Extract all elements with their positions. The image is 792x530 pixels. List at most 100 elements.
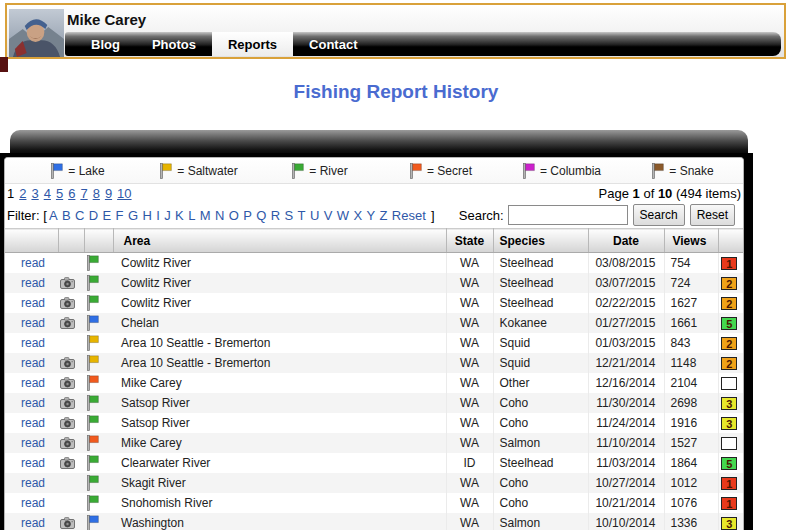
- report-row: read Cowlitz River WA Steelhead 02/22/20…: [5, 293, 744, 313]
- filter-letter-S[interactable]: S: [285, 208, 294, 223]
- flag-icon: [86, 255, 99, 271]
- legend-item: = Lake: [17, 163, 138, 179]
- tab-contact[interactable]: Contact: [293, 32, 373, 56]
- rating-badge: 1: [721, 497, 737, 510]
- legend-flag-icon: [291, 163, 304, 179]
- read-link[interactable]: read: [21, 516, 45, 530]
- filter-letter-B[interactable]: B: [62, 208, 71, 223]
- filter-letter-A[interactable]: A: [49, 208, 58, 223]
- report-row: read Cowlitz River WA Steelhead 03/08/20…: [5, 253, 744, 273]
- filter-letter-V[interactable]: V: [324, 208, 333, 223]
- read-link[interactable]: read: [21, 416, 45, 430]
- views-cell: 1148: [664, 353, 718, 373]
- filter-letter-M[interactable]: M: [200, 208, 211, 223]
- read-link[interactable]: read: [21, 336, 45, 350]
- read-link[interactable]: read: [21, 356, 45, 370]
- tab-photos[interactable]: Photos: [136, 32, 212, 56]
- camera-icon: [60, 277, 75, 289]
- filter-letter-R[interactable]: R: [271, 208, 280, 223]
- search-button[interactable]: Search: [633, 204, 685, 226]
- filter-letter-G[interactable]: G: [128, 208, 138, 223]
- avatar[interactable]: [9, 9, 64, 57]
- page-link-4[interactable]: 4: [44, 186, 51, 201]
- read-link[interactable]: read: [21, 256, 45, 270]
- column-header-area: Area: [113, 229, 446, 253]
- page-link-8[interactable]: 8: [93, 186, 100, 201]
- area-cell: Cowlitz River: [113, 293, 446, 313]
- page-link-10[interactable]: 10: [117, 186, 131, 201]
- filter-letter-H[interactable]: H: [142, 208, 151, 223]
- species-cell: Steelhead: [493, 293, 588, 313]
- area-cell: Chelan: [113, 313, 446, 333]
- filter-letter-C[interactable]: C: [75, 208, 84, 223]
- filter-letter-D[interactable]: D: [89, 208, 98, 223]
- area-cell: Satsop River: [113, 393, 446, 413]
- legend-item: = Saltwater: [138, 163, 259, 179]
- legend-flag-icon: [522, 163, 535, 179]
- tab-reports[interactable]: Reports: [212, 32, 293, 56]
- flag-icon: [86, 515, 99, 530]
- flag-icon: [86, 395, 99, 411]
- filter-letter-I[interactable]: I: [156, 208, 160, 223]
- state-cell: WA: [446, 313, 493, 333]
- views-cell: 1076: [664, 493, 718, 513]
- page-link-3[interactable]: 3: [31, 186, 38, 201]
- filter-letter-F[interactable]: F: [116, 208, 124, 223]
- nav-bar: Blog Photos Reports Contact: [65, 32, 781, 56]
- views-cell: 1661: [664, 313, 718, 333]
- filter-reset-link[interactable]: Reset: [392, 208, 426, 223]
- page-info: Page 1 of 10 (494 items): [599, 186, 741, 201]
- search-input[interactable]: [508, 205, 628, 225]
- filter-letter-P[interactable]: P: [243, 208, 252, 223]
- filter-letter-U[interactable]: U: [310, 208, 319, 223]
- state-cell: ID: [446, 453, 493, 473]
- read-link[interactable]: read: [21, 436, 45, 450]
- filter-letter-N[interactable]: N: [215, 208, 224, 223]
- filter-letter-K[interactable]: K: [175, 208, 184, 223]
- read-link[interactable]: read: [21, 376, 45, 390]
- filter-letter-J[interactable]: J: [164, 208, 171, 223]
- views-cell: 2698: [664, 393, 718, 413]
- read-link[interactable]: read: [21, 276, 45, 290]
- read-link[interactable]: read: [21, 476, 45, 490]
- read-link[interactable]: read: [21, 456, 45, 470]
- date-cell: 11/30/2014: [588, 393, 664, 413]
- filter-letter-X[interactable]: X: [353, 208, 362, 223]
- species-cell: Salmon: [493, 513, 588, 530]
- read-link[interactable]: read: [21, 396, 45, 410]
- rating-badge: [721, 377, 737, 390]
- page-link-9[interactable]: 9: [105, 186, 112, 201]
- filter-letter-Z[interactable]: Z: [379, 208, 387, 223]
- area-cell: Clearwater River: [113, 453, 446, 473]
- filter-letter-Y[interactable]: Y: [366, 208, 375, 223]
- filter-letter-W[interactable]: W: [337, 208, 349, 223]
- rating-badge: 3: [721, 417, 737, 430]
- report-row: read Area 10 Seattle - Bremerton WA Squi…: [5, 353, 744, 373]
- read-link[interactable]: read: [21, 296, 45, 310]
- filter-letter-O[interactable]: O: [229, 208, 239, 223]
- area-cell: Area 10 Seattle - Bremerton: [113, 353, 446, 373]
- reset-button[interactable]: Reset: [690, 204, 735, 226]
- filter-label: Filter: [: [7, 208, 47, 223]
- state-cell: WA: [446, 333, 493, 353]
- tab-blog[interactable]: Blog: [75, 32, 136, 56]
- filter-letter-E[interactable]: E: [103, 208, 112, 223]
- state-cell: WA: [446, 373, 493, 393]
- filter-letter-Q[interactable]: Q: [256, 208, 266, 223]
- read-link[interactable]: read: [21, 316, 45, 330]
- report-table-body: read Cowlitz River WA Steelhead 03/08/20…: [5, 253, 744, 530]
- flag-icon: [86, 475, 99, 491]
- date-cell: 12/16/2014: [588, 373, 664, 393]
- page-link-5[interactable]: 5: [56, 186, 63, 201]
- report-row: read Washington WA Salmon 10/10/2014 133…: [5, 513, 744, 530]
- site-title: Mike Carey: [67, 11, 146, 28]
- page-link-2[interactable]: 2: [19, 186, 26, 201]
- page-link-7[interactable]: 7: [80, 186, 87, 201]
- filter-letter-L[interactable]: L: [188, 208, 195, 223]
- read-link[interactable]: read: [21, 496, 45, 510]
- area-cell: Cowlitz River: [113, 273, 446, 293]
- filter-letter-T[interactable]: T: [298, 208, 306, 223]
- page-link-6[interactable]: 6: [68, 186, 75, 201]
- legend-flag-icon: [159, 163, 172, 179]
- legend-flag-icon: [651, 163, 664, 179]
